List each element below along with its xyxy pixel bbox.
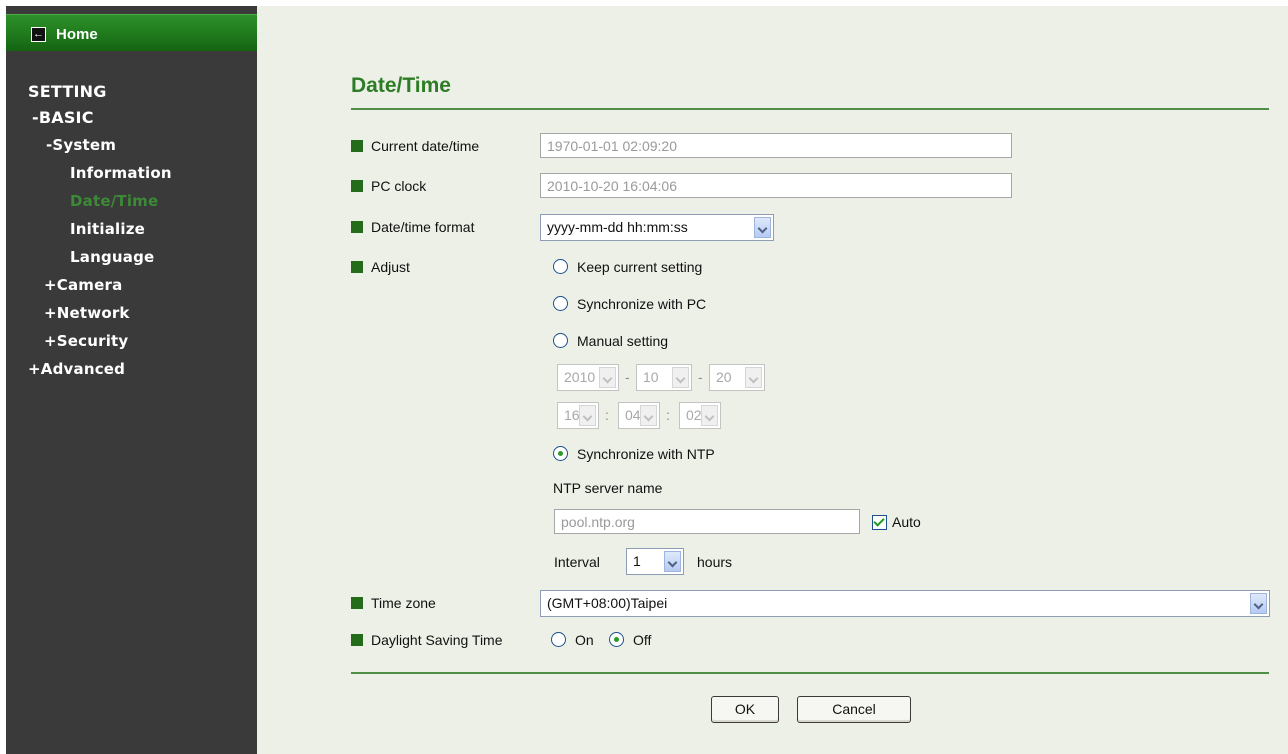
radio-dst-off-label: Off [633,632,652,648]
second-select[interactable]: 02 [679,402,721,429]
date-separator: - [698,369,703,385]
pc-clock-label: PC clock [351,178,426,194]
nav-information[interactable]: Information [70,164,172,182]
timezone-value: (GMT+08:00)Taipei [547,595,668,611]
nav-security[interactable]: +Security [44,332,128,350]
radio-keep-label: Keep current setting [577,259,703,275]
month-select[interactable]: 10 [636,364,692,391]
datetime-format-select[interactable]: yyyy-mm-dd hh:mm:ss [540,214,774,241]
timezone-label: Time zone [351,595,436,611]
chevron-down-icon[interactable] [754,217,771,238]
radio-manual[interactable]: Manual setting [553,333,668,349]
current-datetime-field: 1970-01-01 02:09:20 [540,133,1012,158]
datetime-format-label: Date/time format [351,219,474,235]
main-panel: Date/Time Current date/time 1970-01-01 0… [257,6,1288,754]
radio-sync-ntp-label: Synchronize with NTP [577,446,715,462]
nav-system[interactable]: -System [46,136,116,154]
ntp-server-label: NTP server name [553,480,663,496]
auto-checkbox[interactable] [872,515,887,530]
chevron-down-icon[interactable] [599,367,616,388]
hour-select[interactable]: 16 [557,402,599,429]
ok-button[interactable]: OK [711,696,779,723]
radio-button[interactable] [553,259,568,274]
nav-initialize[interactable]: Initialize [70,220,145,238]
interval-unit: hours [697,554,733,570]
current-datetime-label-text: Current date/time [371,138,480,154]
minute-select[interactable]: 04 [618,402,660,429]
datetime-format-label-text: Date/time format [371,219,475,235]
chevron-down-icon[interactable] [1250,593,1267,614]
nav-advanced[interactable]: +Advanced [28,360,125,378]
home-link[interactable]: ← Home [6,14,257,51]
minute-value: 04 [625,407,641,423]
hour-value: 16 [564,407,580,423]
radio-button[interactable] [551,632,566,647]
year-select[interactable]: 2010 [557,364,619,391]
nav-language[interactable]: Language [70,248,154,266]
nav-datetime[interactable]: Date/Time [70,192,158,210]
interval-value: 1 [633,553,641,569]
adjust-label-text: Adjust [371,259,410,275]
chevron-down-icon[interactable] [672,367,689,388]
bullet-icon [351,597,363,609]
radio-manual-label: Manual setting [577,333,669,349]
radio-button[interactable] [553,296,568,311]
date-separator: - [625,369,630,385]
bottom-divider [351,672,1269,674]
nav-camera[interactable]: +Camera [44,276,122,294]
timezone-label-text: Time zone [371,595,436,611]
ntp-server-input[interactable]: pool.ntp.org [554,509,860,534]
back-arrow-icon[interactable]: ← [31,27,46,42]
sidebar: ← Home SETTING -BASIC -System Informatio… [6,6,257,754]
radio-dst-off[interactable]: Off [609,632,651,648]
radio-button-selected[interactable] [553,446,568,461]
auto-label: Auto [892,514,921,530]
chevron-down-icon[interactable] [701,405,718,426]
timezone-select[interactable]: (GMT+08:00)Taipei [540,590,1270,617]
bullet-icon [351,634,363,646]
chevron-down-icon[interactable] [745,367,762,388]
home-label[interactable]: Home [56,26,98,43]
nav-basic[interactable]: -BASIC [32,108,94,127]
second-value: 02 [686,407,702,423]
time-separator: : [666,407,670,423]
nav-setting: SETTING [28,82,107,101]
chevron-down-icon[interactable] [664,551,681,572]
title-divider [351,108,1269,110]
cancel-button[interactable]: Cancel [797,696,911,723]
bullet-icon [351,180,363,192]
radio-keep-current[interactable]: Keep current setting [553,259,702,275]
bullet-icon [351,221,363,233]
day-select[interactable]: 20 [709,364,765,391]
interval-select[interactable]: 1 [626,548,684,575]
adjust-label: Adjust [351,259,410,275]
datetime-format-value: yyyy-mm-dd hh:mm:ss [547,219,688,235]
radio-button-selected[interactable] [609,632,624,647]
dst-label: Daylight Saving Time [351,632,503,648]
radio-button[interactable] [553,333,568,348]
chevron-down-icon[interactable] [579,405,596,426]
radio-sync-pc[interactable]: Synchronize with PC [553,296,706,312]
pc-clock-label-text: PC clock [371,178,427,194]
bullet-icon [351,261,363,273]
radio-sync-ntp[interactable]: Synchronize with NTP [553,446,715,462]
interval-label: Interval [554,554,600,570]
chevron-down-icon[interactable] [640,405,657,426]
time-separator: : [605,407,609,423]
radio-dst-on-label: On [575,632,594,648]
day-value: 20 [716,369,732,385]
bullet-icon [351,140,363,152]
dst-label-text: Daylight Saving Time [371,632,503,648]
pc-clock-field: 2010-10-20 16:04:06 [540,173,1012,198]
nav-network[interactable]: +Network [44,304,130,322]
month-value: 10 [643,369,659,385]
year-value: 2010 [564,369,596,385]
page-title: Date/Time [351,74,451,97]
current-datetime-label: Current date/time [351,138,479,154]
radio-dst-on[interactable]: On [551,632,594,648]
radio-sync-pc-label: Synchronize with PC [577,296,707,312]
